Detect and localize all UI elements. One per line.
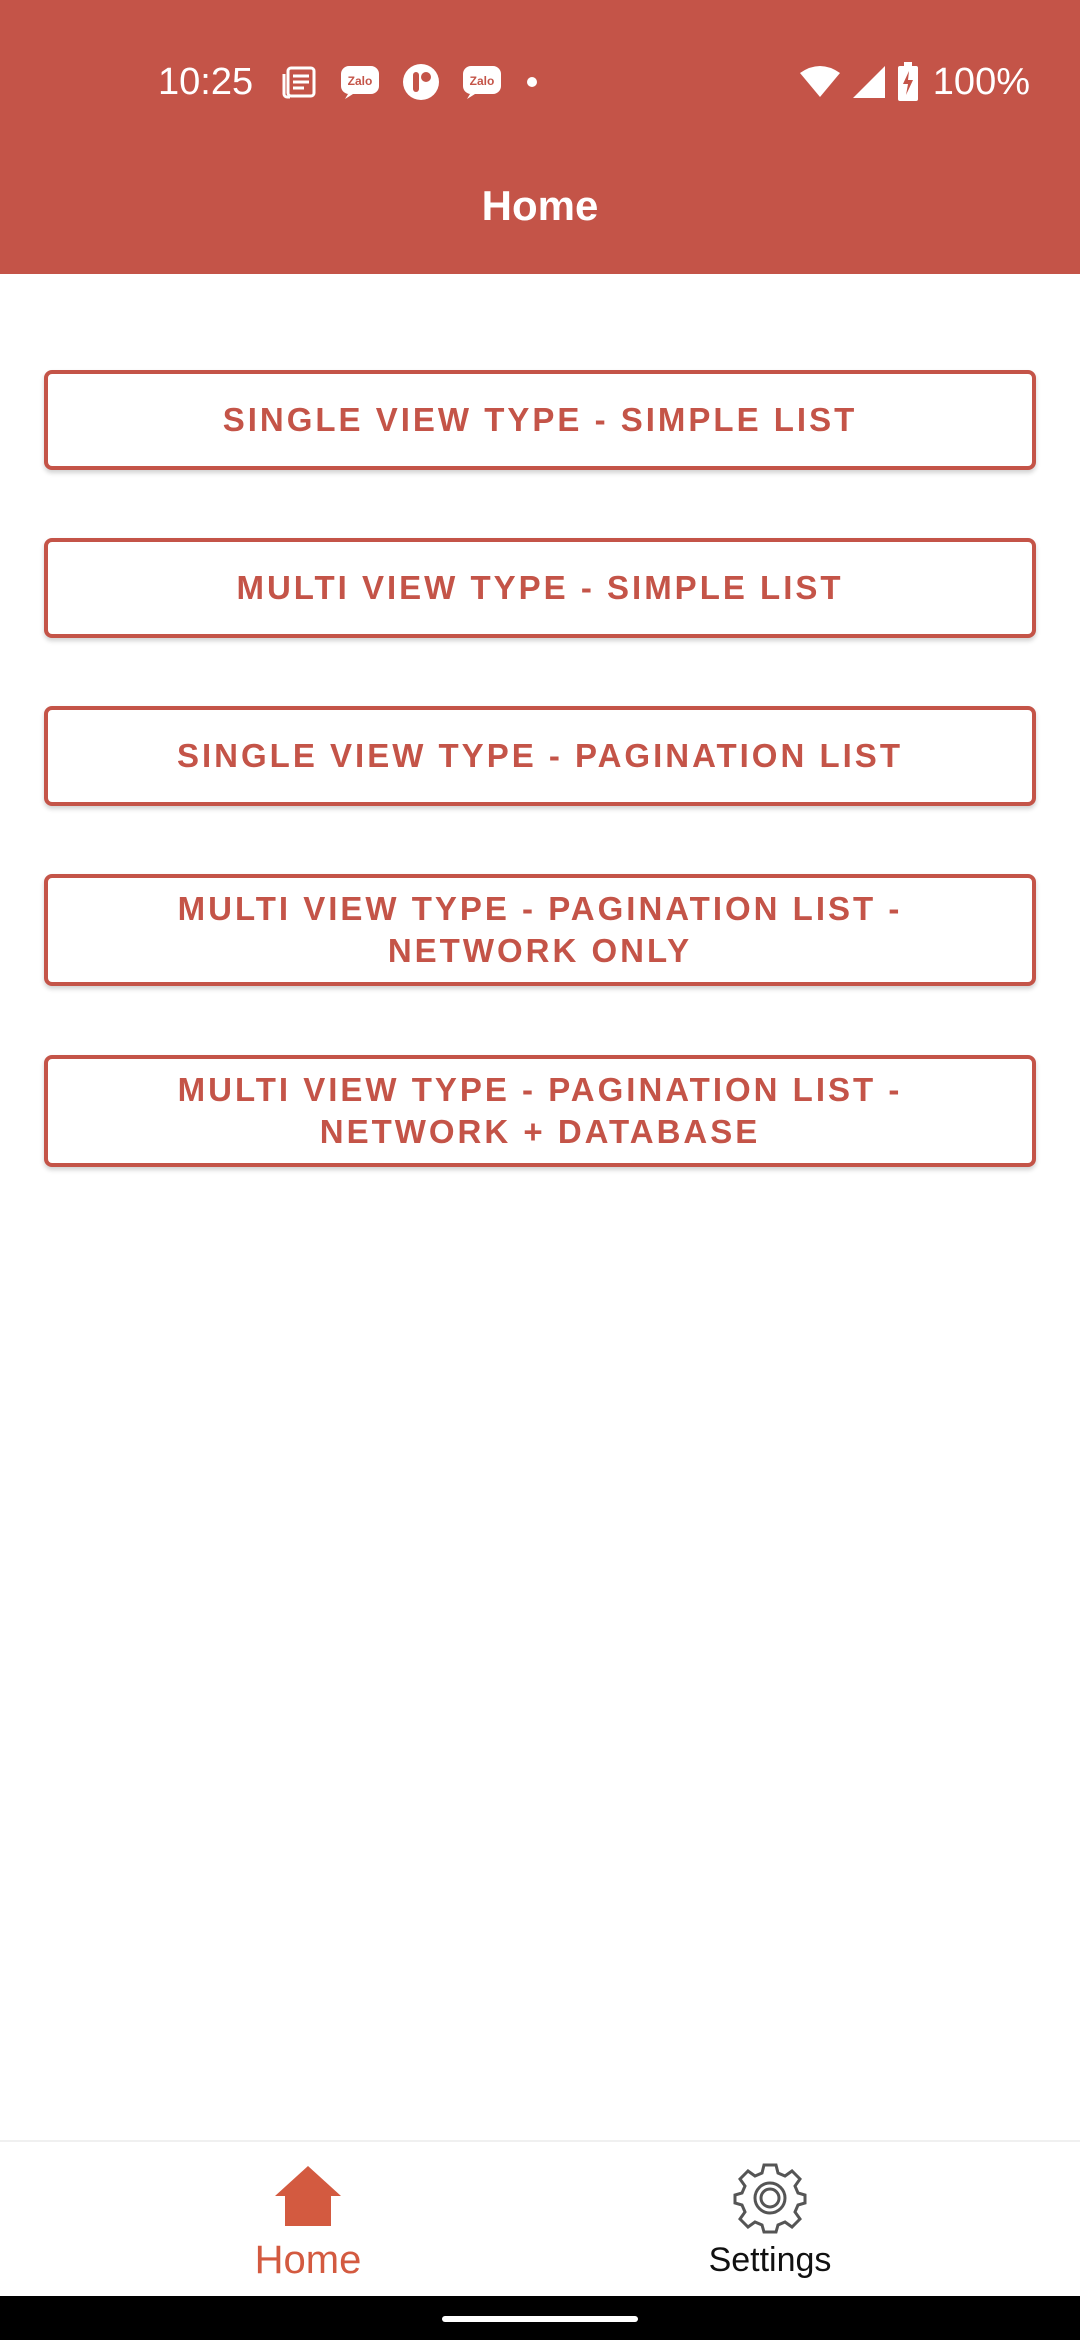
bottom-navigation: Home Settings: [0, 2140, 1080, 2298]
single-view-simple-list-button[interactable]: SINGLE VIEW TYPE - SIMPLE LIST: [44, 370, 1036, 470]
svg-text:Zalo: Zalo: [470, 74, 495, 88]
system-status: 100%: [799, 58, 1030, 106]
notification-icons: Zalo Zalo: [282, 60, 562, 104]
button-label: MULTI VIEW TYPE - SIMPLE LIST: [236, 569, 844, 606]
zalo-icon: Zalo: [340, 64, 380, 100]
page-title: Home: [481, 182, 599, 229]
gear-icon: [733, 2160, 807, 2234]
nav-label-settings: Settings: [708, 2241, 832, 2279]
button-label: MULTI VIEW TYPE - PAGINATION LIST - NETW…: [177, 1071, 903, 1150]
button-label: SINGLE VIEW TYPE - SIMPLE LIST: [222, 401, 858, 438]
single-view-pagination-list-button[interactable]: SINGLE VIEW TYPE - PAGINATION LIST: [44, 706, 1036, 806]
battery-charging-icon: [897, 62, 919, 102]
nav-item-settings[interactable]: Settings: [500, 2142, 1040, 2298]
multi-view-pagination-network-only-button[interactable]: MULTI VIEW TYPE - PAGINATION LIST - NETW…: [44, 874, 1036, 986]
battery-level: 100%: [932, 60, 1030, 103]
home-gesture-handle[interactable]: [442, 2316, 638, 2322]
zalo-icon: Zalo: [462, 64, 502, 100]
wifi-icon: [799, 65, 841, 99]
multi-view-pagination-network-database-button[interactable]: MULTI VIEW TYPE - PAGINATION LIST - NETW…: [44, 1055, 1036, 1167]
multi-view-simple-list-button[interactable]: MULTI VIEW TYPE - SIMPLE LIST: [44, 538, 1036, 638]
status-time: 10:25: [158, 61, 254, 103]
nav-item-home[interactable]: Home: [38, 2142, 578, 2298]
svg-text:Zalo: Zalo: [348, 74, 373, 88]
gesture-bar: [0, 2296, 1080, 2340]
app-bar: 10:25 Zalo Zalo 100% Home: [0, 0, 1080, 274]
home-icon: [271, 2160, 345, 2234]
nav-label-home: Home: [254, 2238, 362, 2282]
button-label: MULTI VIEW TYPE - PAGINATION LIST - NETW…: [177, 890, 903, 969]
signal-icon: [851, 64, 887, 100]
app-icon: [402, 63, 440, 101]
dot-icon: [524, 74, 540, 90]
button-label: SINGLE VIEW TYPE - PAGINATION LIST: [177, 737, 903, 774]
news-icon: [282, 64, 318, 100]
